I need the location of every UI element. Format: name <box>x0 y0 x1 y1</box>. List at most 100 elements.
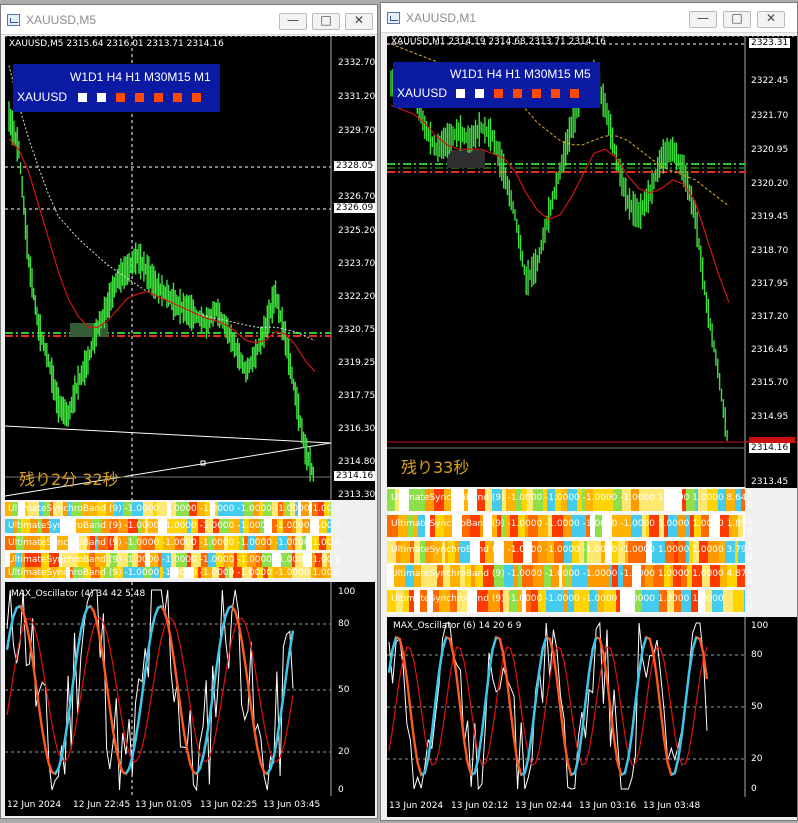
price-tick: 2320.20 <box>751 179 789 189</box>
osc-cyan-line <box>420 636 448 776</box>
minimize-button[interactable]: — <box>689 11 717 28</box>
price-tick: 2319.25 <box>338 358 375 368</box>
time-tick: 12 Jun 22:45 <box>73 800 131 810</box>
price-tick: 2322.45 <box>751 76 789 86</box>
osc-tick: 100 <box>751 621 769 631</box>
price-tick: 2321.70 <box>751 111 789 121</box>
osc-tick: 50 <box>751 702 763 712</box>
band-label: UltimateSynchroBand (9) -1.0000 -1.0000 … <box>391 493 745 503</box>
band-scale: 1 0 <box>747 591 753 612</box>
time-tick: 13 Jun 01:05 <box>135 800 193 810</box>
chart-window-m1[interactable]: XAUUSD,M1 — □ ✕ XAUUSD,M1 2314.19 2314.6… <box>380 2 798 821</box>
band-scale: 0 <box>335 504 341 514</box>
maximize-icon: □ <box>320 13 332 27</box>
synchro-bands-panel[interactable]: UltimateSynchroBand (9) -1.0000 -1.0000 … <box>387 487 745 614</box>
osc-cyan-line <box>620 636 648 776</box>
mtf-panel: W1D1 H4 H1 M30M15 M5 XAUUSD <box>393 62 600 108</box>
price-tick: 2313.45 <box>751 477 789 487</box>
close-button[interactable]: ✕ <box>345 13 373 30</box>
current-price-tag: 2314.16 <box>749 443 791 453</box>
price-tick: 2314.95 <box>751 412 789 422</box>
osc-tick: 100 <box>338 587 356 597</box>
band-scale: 1 0 <box>747 542 753 563</box>
band-label: UltimateSynchroBand (9) -1.0000 -1.0000 … <box>391 545 745 555</box>
chart-app-icon <box>387 12 400 24</box>
price-tick: 2319.45 <box>751 212 789 222</box>
maximize-button[interactable]: □ <box>312 13 340 30</box>
price-tick: 2318.70 <box>751 246 789 256</box>
price-chart[interactable]: XAUUSD,M5 2315.64 2316.01 2313.71 2314.1… <box>5 36 375 500</box>
osc-tick: 80 <box>751 650 763 660</box>
band-scale: 0 <box>335 569 341 579</box>
current-price-tag: 2314.16 <box>334 471 375 481</box>
price-tick: 2317.20 <box>751 312 789 322</box>
mtf-square <box>475 89 484 98</box>
maximize-button[interactable]: □ <box>723 11 751 28</box>
close-icon: ✕ <box>765 11 777 25</box>
window-title: XAUUSD,M1 <box>406 11 477 25</box>
window-title: XAUUSD,M5 <box>26 13 97 27</box>
chart-window-m5[interactable]: XAUUSD,M5 — □ ✕ XAUUSD,M5 2315.64 2316.0… <box>0 4 378 819</box>
oscillator-panel[interactable]: MAX_Oscillator (4) 34 42 5 48 100 80 50 … <box>5 582 375 796</box>
mtf-timeframes: W1D1 H4 H1 M30M15 M1 <box>70 70 211 84</box>
band-scale: 0 <box>335 555 341 565</box>
band-label: UltimateSynchroBand (9) -1.0000 -1.0000 … <box>8 521 331 531</box>
synchro-bands-panel[interactable]: UltimateSynchroBand (9) -1.0000 -1.0000 … <box>5 501 331 579</box>
price-tick: 2317.95 <box>751 279 789 289</box>
price-tick: 2326.70 <box>338 192 375 202</box>
price-tick: 2323.70 <box>338 259 375 269</box>
time-tick: 12 Jun 2024 <box>7 800 62 810</box>
osc-tick: 20 <box>338 747 350 757</box>
mtf-square <box>78 93 87 102</box>
price-tick: 2314.80 <box>338 457 375 467</box>
minimize-button[interactable]: — <box>279 13 307 30</box>
time-tick: 13 Jun 2024 <box>389 801 444 811</box>
band-label: UltimateSynchroBand (9) -1.0000 -1.0000 … <box>391 569 745 579</box>
mtf-square <box>570 89 579 98</box>
window-titlebar[interactable]: XAUUSD,M1 — □ ✕ <box>381 3 797 33</box>
osc-tick: 0 <box>751 784 757 794</box>
price-chart[interactable]: XAUUSD,M1 2314.19 2314.68 2313.71 2314.1… <box>387 36 797 488</box>
osc-cyan-line <box>195 605 233 775</box>
chart-app-icon <box>7 14 20 26</box>
time-axis: 12 Jun 2024 12 Jun 22:45 13 Jun 01:05 13… <box>5 796 375 816</box>
mtf-square <box>173 93 182 102</box>
band-scale: 1 0 <box>747 490 753 511</box>
mtf-square <box>494 89 503 98</box>
price-tick: 2320.75 <box>338 325 375 335</box>
osc-cyan-line <box>520 636 548 776</box>
oscillator-svg <box>387 617 746 797</box>
mtf-symbol: XAUUSD <box>397 86 448 100</box>
mtf-square <box>116 93 125 102</box>
crosshair-price-tag: 2328.05 <box>334 161 375 171</box>
close-button[interactable]: ✕ <box>757 11 785 28</box>
band-scale: 0 <box>335 538 341 548</box>
band-cell <box>744 590 745 612</box>
band-scale: 0 <box>335 521 341 531</box>
time-tick: 13 Jun 03:45 <box>263 800 321 810</box>
osc-cyan-line <box>570 636 598 776</box>
window-titlebar[interactable]: XAUUSD,M5 — □ ✕ <box>1 5 377 35</box>
time-tick: 13 Jun 02:44 <box>515 801 573 811</box>
price-tick: 2320.95 <box>751 145 789 155</box>
mtf-square <box>97 93 106 102</box>
close-icon: ✕ <box>353 13 365 27</box>
mtf-panel: W1D1 H4 H1 M30M15 M1 XAUUSD <box>13 64 220 112</box>
band-label: UltimateSynchroBand (9) -1.0000 -1.0000 … <box>8 568 331 578</box>
band-label: UltimateSynchroBand (9) -1.0000 -1.0000 … <box>391 594 724 604</box>
price-tick: 2322.20 <box>338 292 375 302</box>
mtf-square <box>456 89 465 98</box>
minimize-icon: — <box>287 13 299 27</box>
mtf-timeframes: W1D1 H4 H1 M30M15 M5 <box>450 67 591 81</box>
minimize-icon: — <box>697 11 709 25</box>
oscillator-panel[interactable]: MAX_Oscillator (6) 14 20 6 9 100 80 50 2… <box>387 617 797 797</box>
band-label: UltimateSynchroBand (9) -1.0000 -1.0000 … <box>391 519 745 529</box>
osc-label: MAX_Oscillator (6) 14 20 6 9 <box>393 621 522 631</box>
band-cell <box>733 590 744 612</box>
osc-tick: 80 <box>338 619 350 629</box>
price-tick: 2316.45 <box>751 345 789 355</box>
bar-countdown: 残り2分 32秒 <box>19 470 119 489</box>
price-info: XAUUSD,M1 2314.19 2314.68 2313.71 2314.1… <box>391 37 606 47</box>
time-tick: 13 Jun 02:12 <box>451 801 509 811</box>
price-tick: 2315.70 <box>751 378 789 388</box>
